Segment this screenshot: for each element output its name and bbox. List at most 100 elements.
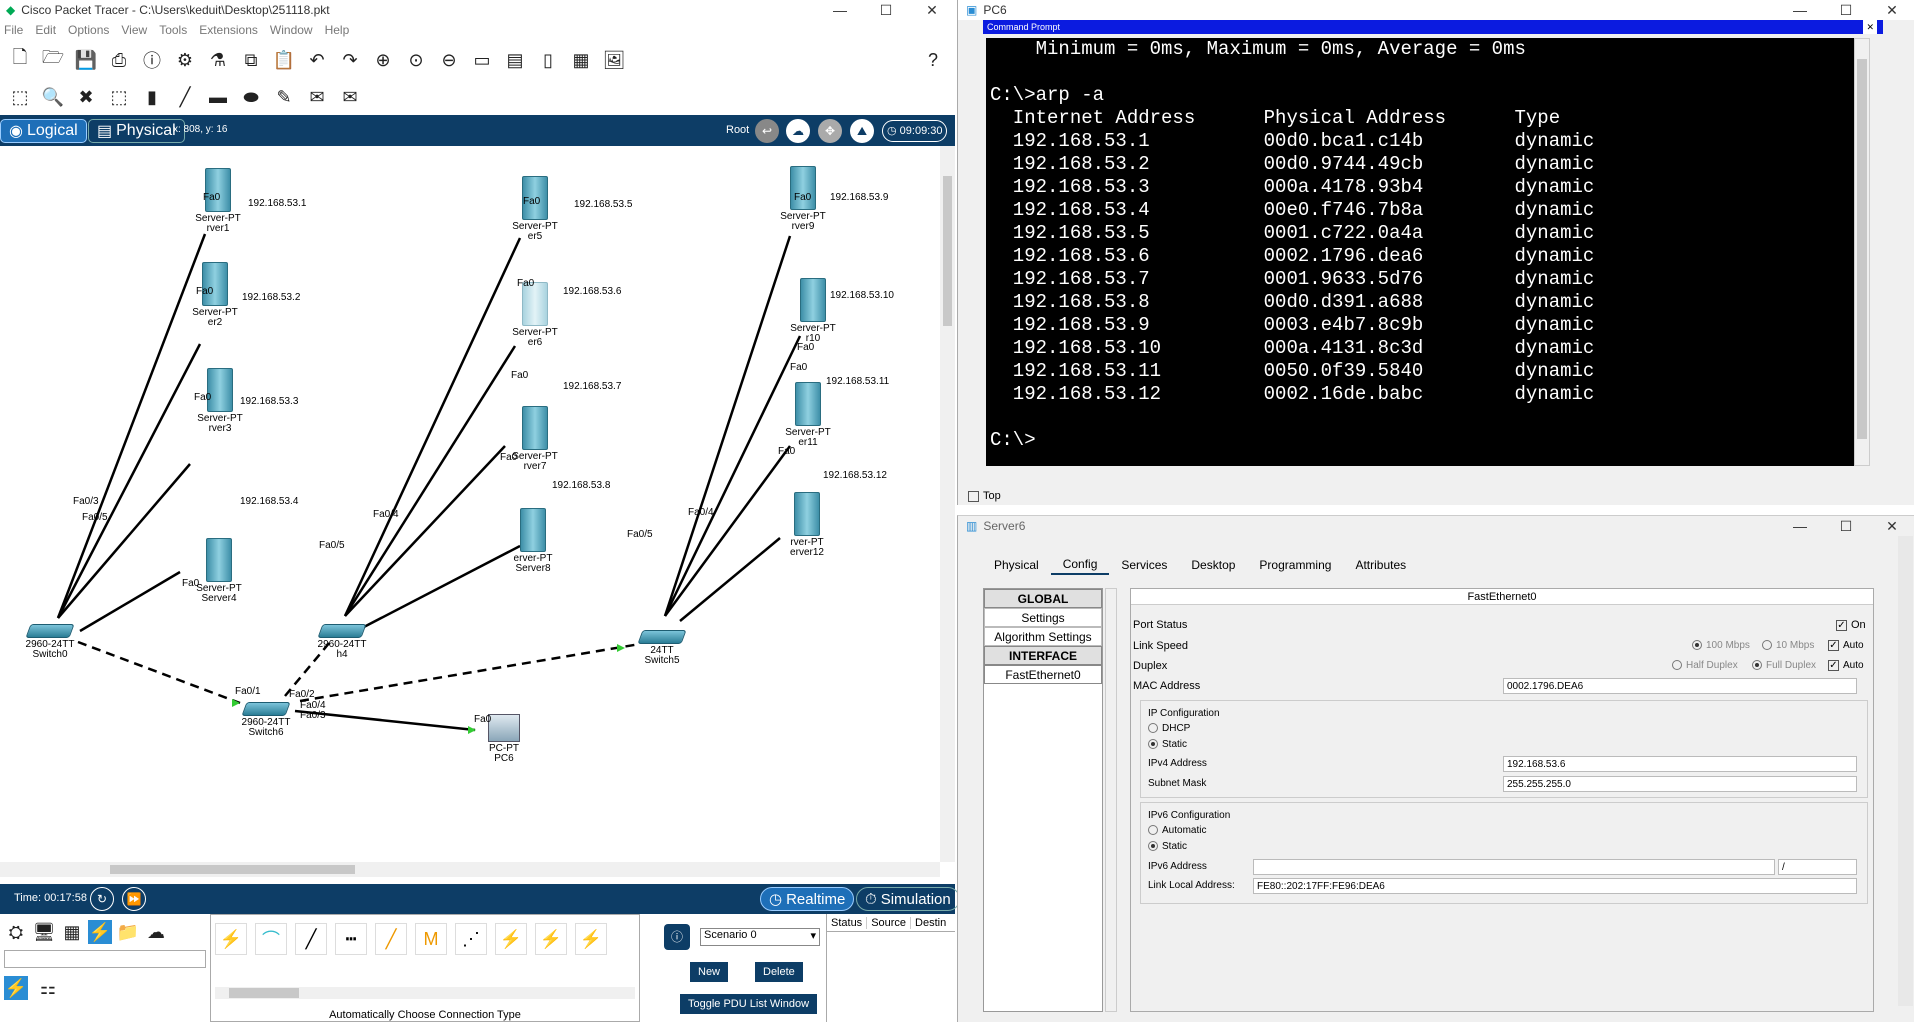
- draw-line-icon[interactable]: ╱: [173, 85, 197, 109]
- menu-help[interactable]: Help: [325, 23, 350, 37]
- image-icon[interactable]: 🖼: [602, 48, 626, 72]
- menu-options[interactable]: Options: [68, 23, 109, 37]
- close-icon[interactable]: ✕: [1869, 516, 1914, 536]
- close-icon[interactable]: ✕: [909, 0, 955, 20]
- scroll-thumb[interactable]: [229, 988, 299, 998]
- menu-file[interactable]: File: [4, 23, 23, 37]
- open-folder-icon[interactable]: 🗁: [41, 47, 65, 72]
- server4-device[interactable]: Server-PT Server4: [196, 538, 242, 604]
- switch5-device[interactable]: 24TT Switch5: [636, 630, 688, 666]
- multiuser-icon[interactable]: ☁: [144, 920, 168, 944]
- help-icon[interactable]: ?: [921, 48, 945, 72]
- logical-tab[interactable]: ◉ Logical: [0, 119, 87, 143]
- maximize-icon[interactable]: ☐: [1823, 0, 1869, 20]
- tab-config[interactable]: Config: [1050, 555, 1110, 575]
- canvas-hscrollbar[interactable]: [0, 862, 940, 877]
- select-icon[interactable]: ⬚: [8, 85, 32, 109]
- dhcp-radio[interactable]: DHCP: [1148, 723, 1190, 734]
- zoom-out-icon[interactable]: ⊖: [437, 48, 461, 72]
- crossover-icon[interactable]: ┅: [335, 923, 367, 955]
- minimize-icon[interactable]: —: [1777, 516, 1823, 536]
- notes-icon[interactable]: ▯: [536, 48, 560, 72]
- straight-through-icon[interactable]: ╱: [295, 923, 327, 955]
- coaxial-icon[interactable]: ⋰: [455, 923, 487, 955]
- fiber-icon[interactable]: ╱: [375, 923, 407, 955]
- nav-fastethernet0[interactable]: FastEthernet0: [984, 665, 1102, 684]
- custom-device-dialog-icon[interactable]: ▤: [503, 48, 527, 72]
- server7-device[interactable]: Server-PT rver7: [512, 406, 558, 472]
- freeform-icon[interactable]: ✎: [272, 85, 296, 109]
- logical-workspace[interactable]: Server-PT rver1 Fa0 192.168.53.1 Server-P…: [0, 146, 940, 862]
- undo-icon[interactable]: ↶: [305, 48, 329, 72]
- scenario-select[interactable]: Scenario 0 ▾: [700, 928, 820, 946]
- server10-device[interactable]: Server-PT r10: [790, 278, 836, 344]
- pc6-vscrollbar[interactable]: [1898, 20, 1913, 500]
- save-icon[interactable]: 💾: [74, 48, 98, 72]
- top-checkbox[interactable]: Top: [968, 490, 1001, 502]
- switch0-device[interactable]: 2960-24TT Switch0: [24, 624, 76, 660]
- console-scrollbar[interactable]: [1854, 38, 1870, 466]
- ipv6-prefix-field[interactable]: /: [1778, 859, 1857, 875]
- static-radio[interactable]: Static: [1148, 739, 1187, 750]
- zoom-reset-icon[interactable]: ⊙: [404, 48, 428, 72]
- cloud-icon[interactable]: ☁: [786, 119, 810, 143]
- new-scenario-button[interactable]: New: [690, 962, 729, 982]
- palette-hscroll[interactable]: [215, 987, 635, 999]
- nav-scrollbar[interactable]: [1105, 588, 1117, 1012]
- switch6-device[interactable]: 2960-24TT Switch6: [240, 702, 292, 738]
- auto-connection-icon[interactable]: ⚡: [215, 923, 247, 955]
- delete-icon[interactable]: ✖: [74, 85, 98, 109]
- move-icon[interactable]: ✥: [818, 119, 842, 143]
- server6-vscrollbar[interactable]: [1898, 536, 1913, 1006]
- octal-icon[interactable]: ⚡: [575, 923, 607, 955]
- inspect-icon[interactable]: 🔍: [41, 85, 65, 109]
- background-image-icon[interactable]: ⛰: [850, 119, 874, 143]
- new-file-icon[interactable]: 🗋: [8, 47, 32, 72]
- server12-device[interactable]: rver-PT erver12: [784, 492, 830, 558]
- serial-dce-icon[interactable]: ⚡: [495, 923, 527, 955]
- menu-tools[interactable]: Tools: [159, 23, 187, 37]
- server8-device[interactable]: erver-PT Server8: [510, 508, 556, 574]
- tab-services[interactable]: Services: [1109, 555, 1179, 575]
- drawing-palette-icon[interactable]: ▭: [470, 48, 494, 72]
- toggle-pdu-button[interactable]: Toggle PDU List Window: [680, 994, 818, 1014]
- delete-scenario-button[interactable]: Delete: [755, 962, 803, 982]
- speed-100-radio[interactable]: 100 Mbps: [1692, 640, 1750, 651]
- minimize-icon[interactable]: —: [1777, 0, 1823, 20]
- duplex-auto-checkbox[interactable]: ✓ Auto: [1828, 660, 1864, 671]
- serial-dte-icon[interactable]: ⚡: [535, 923, 567, 955]
- console-cable-icon[interactable]: ⌒: [255, 923, 287, 955]
- physical-tab[interactable]: ▤ Physical: [88, 119, 185, 143]
- speed-auto-checkbox[interactable]: ✓ Auto: [1828, 640, 1864, 651]
- end-devices-icon[interactable]: 🖥: [32, 920, 56, 944]
- simple-pdu-icon[interactable]: ✉: [305, 85, 329, 109]
- draw-rectangle-icon[interactable]: ▬: [206, 85, 230, 109]
- fast-forward-icon[interactable]: ⏩: [122, 887, 146, 911]
- canvas-vscrollbar[interactable]: [940, 146, 955, 862]
- paste-icon[interactable]: 📋: [272, 48, 296, 72]
- realtime-button[interactable]: ◷ Realtime: [760, 887, 855, 911]
- resize-icon[interactable]: ⬚: [107, 85, 131, 109]
- tab-physical[interactable]: Physical: [982, 555, 1051, 575]
- info-icon[interactable]: ⓘ: [140, 48, 164, 72]
- server11-device[interactable]: Server-PT er11: [785, 382, 831, 448]
- copy-icon[interactable]: ⧉: [239, 48, 263, 72]
- mac-address-field[interactable]: 0002.1796.DEA6: [1503, 678, 1857, 694]
- menu-extensions[interactable]: Extensions: [199, 23, 258, 37]
- phone-icon[interactable]: M: [415, 923, 447, 955]
- close-icon[interactable]: ✕: [1863, 20, 1877, 34]
- tab-attributes[interactable]: Attributes: [1343, 555, 1418, 575]
- ipv6-static-radio[interactable]: Static: [1148, 841, 1187, 852]
- server6-device[interactable]: Server-PT er6: [512, 282, 558, 348]
- speed-10-radio[interactable]: 10 Mbps: [1762, 640, 1814, 651]
- scroll-thumb[interactable]: [110, 865, 355, 874]
- minimize-icon[interactable]: —: [817, 0, 863, 20]
- ipv6-automatic-radio[interactable]: Automatic: [1148, 825, 1206, 836]
- components-icon[interactable]: ▦: [60, 920, 84, 944]
- ipv4-address-field[interactable]: 192.168.53.6: [1503, 756, 1857, 772]
- scroll-thumb[interactable]: [943, 176, 952, 326]
- maximize-icon[interactable]: ☐: [1823, 516, 1869, 536]
- connections-sub-icon[interactable]: ⚡: [4, 976, 28, 1000]
- half-duplex-radio[interactable]: Half Duplex: [1672, 660, 1738, 671]
- power-cycle-icon[interactable]: ↻: [90, 887, 114, 911]
